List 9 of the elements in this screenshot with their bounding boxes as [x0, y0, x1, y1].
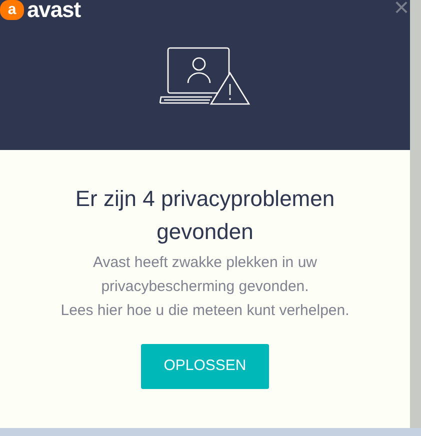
message-line: privacybescherming gevonden. — [101, 277, 309, 297]
close-button[interactable]: × — [392, 0, 410, 20]
message-line: Lees hier hoe u die meteen kunt verhelpen. — [60, 301, 350, 321]
logo-text: avast — [27, 0, 81, 20]
message-line: Avast heeft zwakke plekken in uw — [92, 253, 317, 273]
logo-mark-icon: a — [0, 0, 24, 20]
title: Er zijn 4 privacyproblemen gevonden — [74, 185, 336, 246]
fix-button[interactable]: OPLOSSEN — [141, 344, 269, 389]
laptop-warning-icon — [159, 47, 251, 107]
